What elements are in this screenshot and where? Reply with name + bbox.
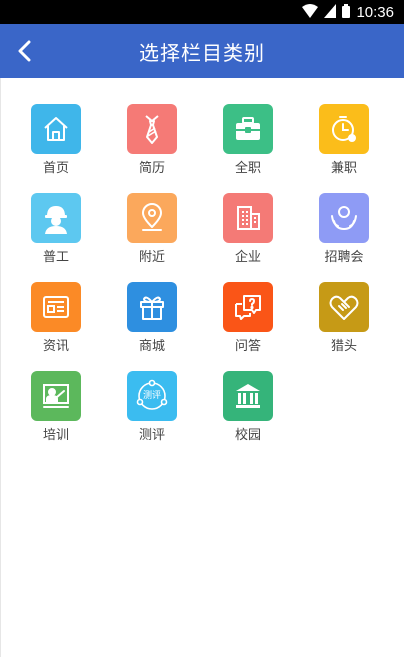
category-label: 商城 xyxy=(138,339,165,354)
category-label: 附近 xyxy=(138,250,165,265)
category-panel: 首页 简历 全职 兼职 普工 附近 企业 招聘会 资讯 商城 问答 猎头 培训 … xyxy=(0,78,404,657)
category-grid: 首页 简历 全职 兼职 普工 附近 企业 招聘会 资讯 商城 问答 猎头 培训 … xyxy=(8,104,392,460)
question-chat-icon xyxy=(223,282,273,332)
assessment-icon: 测评 xyxy=(127,371,177,421)
worker-icon xyxy=(31,193,81,243)
category-training[interactable]: 培训 xyxy=(8,371,104,460)
category-label: 全职 xyxy=(234,161,261,176)
category-home[interactable]: 首页 xyxy=(8,104,104,193)
handshake-heart-icon xyxy=(319,282,369,332)
category-job-fair[interactable]: 招聘会 xyxy=(296,193,392,282)
category-worker[interactable]: 普工 xyxy=(8,193,104,282)
chevron-left-icon xyxy=(18,40,31,62)
tie-icon xyxy=(127,104,177,154)
category-label: 简历 xyxy=(138,161,165,176)
category-label: 培训 xyxy=(42,428,69,443)
battery-icon xyxy=(342,3,351,22)
app-bar: 选择栏目类别 xyxy=(0,24,404,78)
status-bar: 10:36 xyxy=(0,0,404,24)
category-label: 兼职 xyxy=(330,161,357,176)
briefcase-icon xyxy=(223,104,273,154)
category-label: 普工 xyxy=(42,250,69,265)
assessment-icon-text: 测评 xyxy=(142,391,161,401)
category-nearby[interactable]: 附近 xyxy=(104,193,200,282)
category-news[interactable]: 资讯 xyxy=(8,282,104,371)
category-campus[interactable]: 校园 xyxy=(200,371,296,460)
wifi-icon xyxy=(302,3,319,22)
category-fulltime[interactable]: 全职 xyxy=(200,104,296,193)
category-label: 猎头 xyxy=(330,339,357,354)
news-icon xyxy=(31,282,81,332)
category-qa[interactable]: 问答 xyxy=(200,282,296,371)
category-assessment[interactable]: 测评 测评 xyxy=(104,371,200,460)
category-resume[interactable]: 简历 xyxy=(104,104,200,193)
category-label: 测评 xyxy=(138,428,165,443)
meeting-icon xyxy=(319,193,369,243)
category-headhunter[interactable]: 猎头 xyxy=(296,282,392,371)
building-icon xyxy=(223,193,273,243)
category-label: 首页 xyxy=(42,161,69,176)
back-button[interactable] xyxy=(8,35,40,67)
gift-icon xyxy=(127,282,177,332)
category-enterprise[interactable]: 企业 xyxy=(200,193,296,282)
category-parttime[interactable]: 兼职 xyxy=(296,104,392,193)
category-label: 问答 xyxy=(234,339,261,354)
home-icon xyxy=(31,104,81,154)
campus-icon xyxy=(223,371,273,421)
location-pin-icon xyxy=(127,193,177,243)
category-label: 招聘会 xyxy=(324,250,364,265)
status-time: 10:36 xyxy=(356,3,394,21)
category-mall[interactable]: 商城 xyxy=(104,282,200,371)
training-board-icon xyxy=(31,371,81,421)
signal-icon xyxy=(324,3,337,22)
category-label: 企业 xyxy=(234,250,261,265)
page-title: 选择栏目类别 xyxy=(139,40,265,65)
clock-icon xyxy=(319,104,369,154)
category-label: 资讯 xyxy=(42,339,69,354)
category-label: 校园 xyxy=(234,428,261,443)
